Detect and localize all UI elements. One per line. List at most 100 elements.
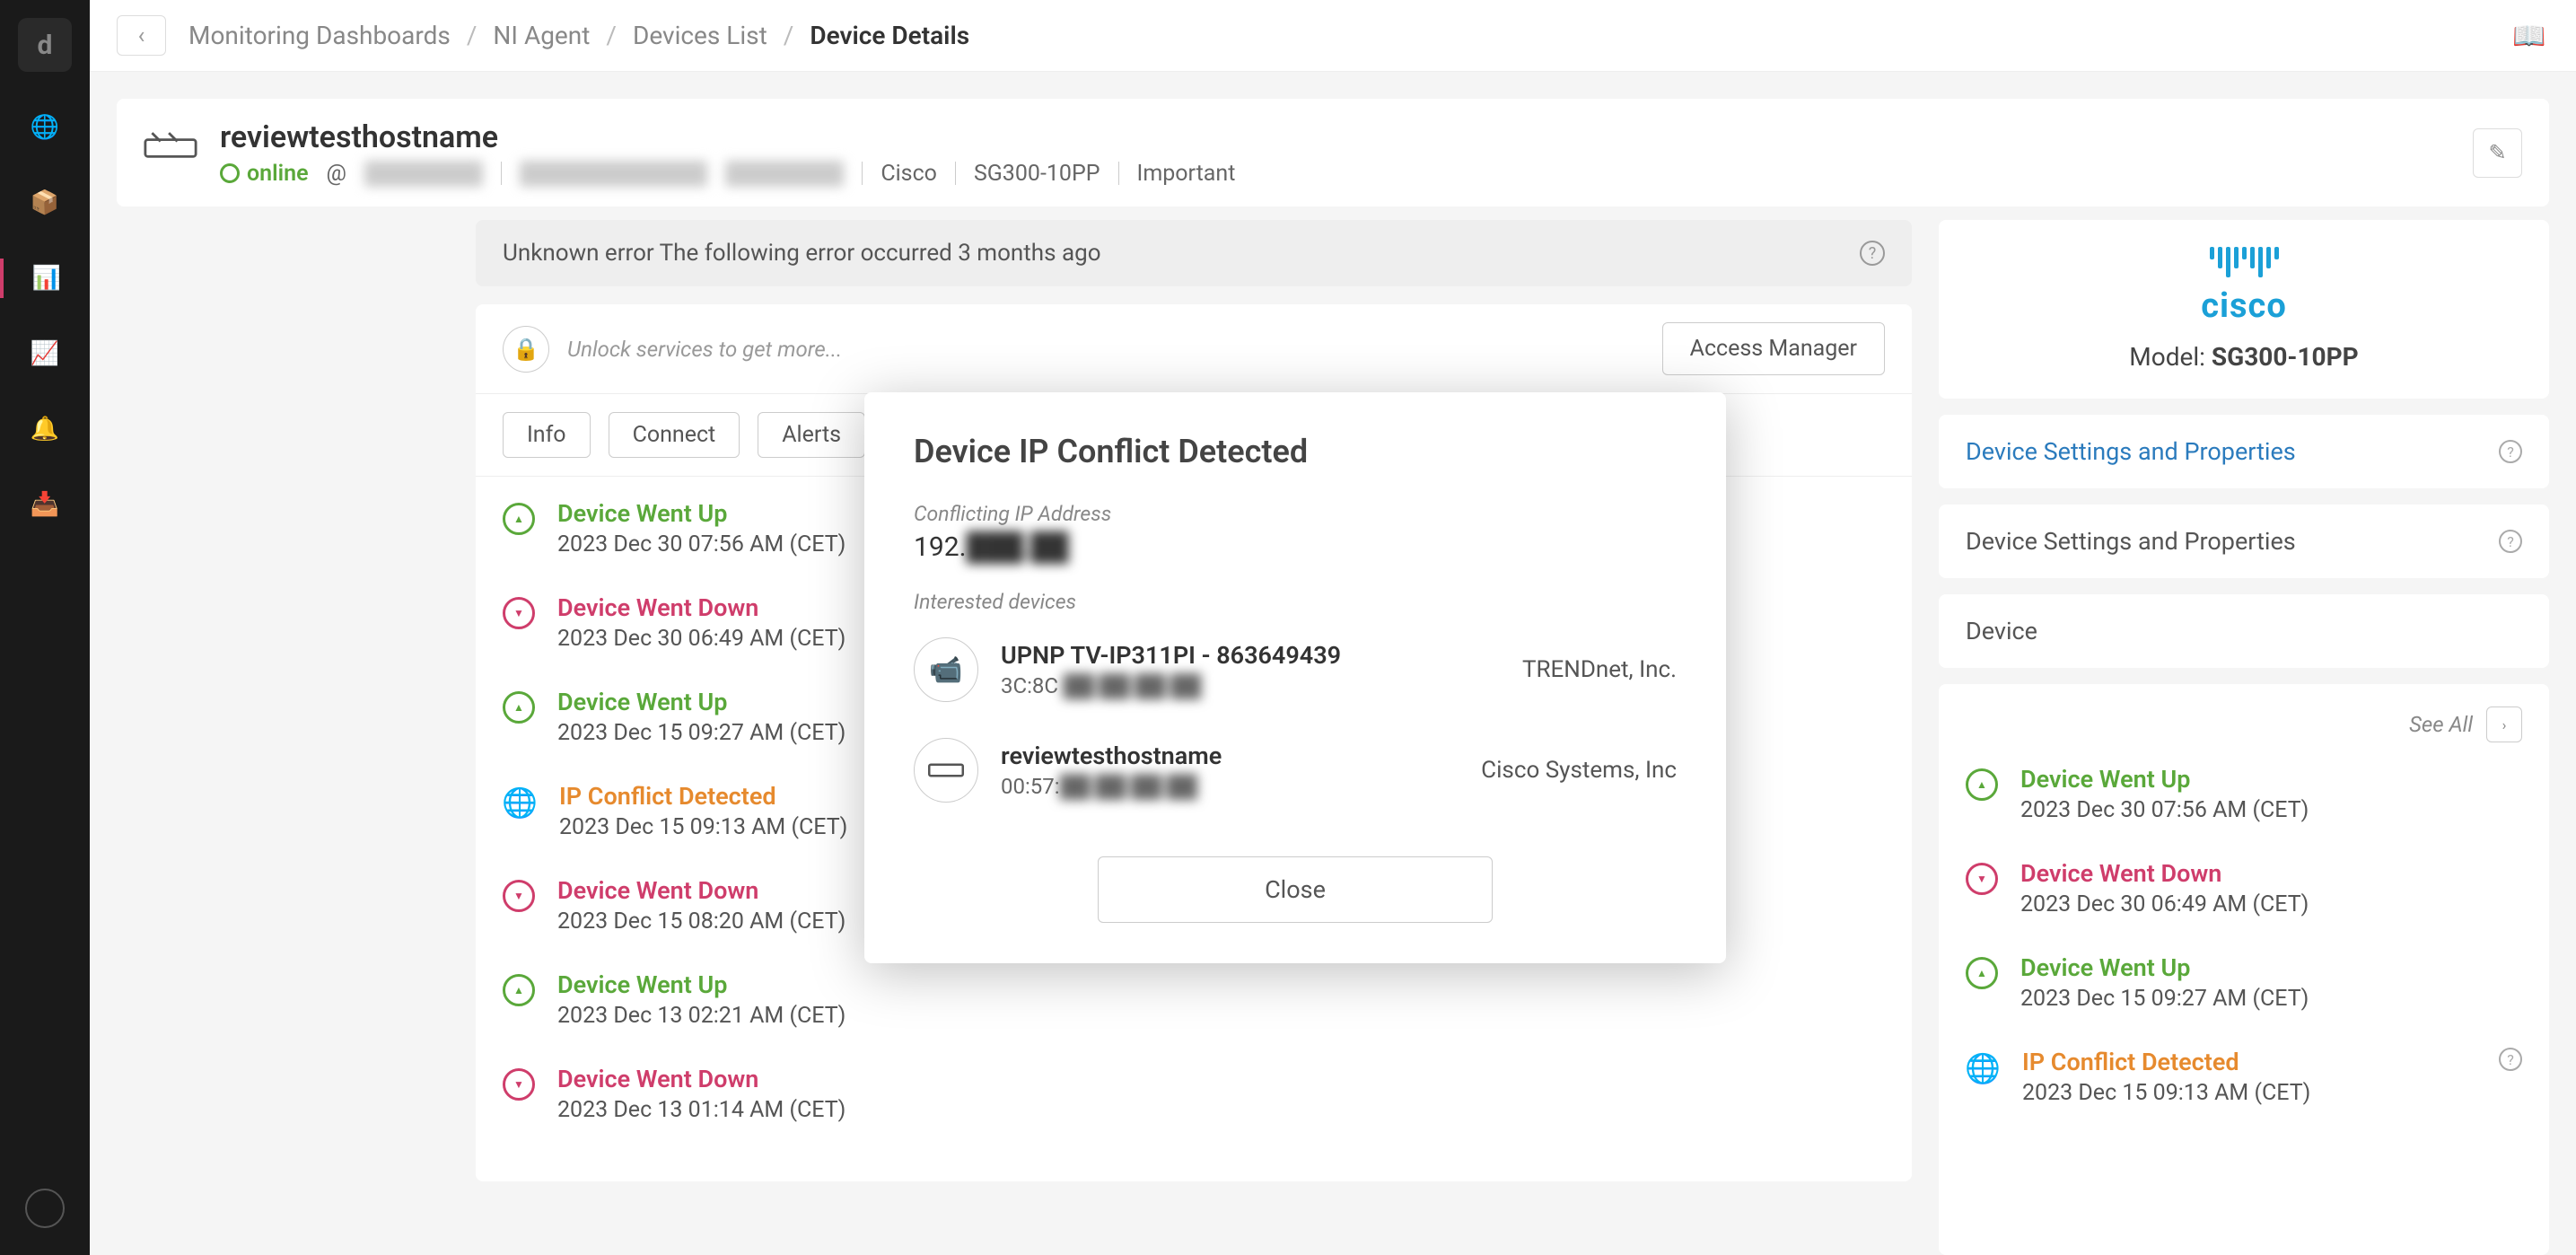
ip-masked: ███.██ [967,531,1069,563]
range-masked: ███████ [725,161,844,187]
left-nav-rail: d 🌐 📦 📊 📈 🔔 📥 [0,0,90,1255]
crumb-1[interactable]: NI Agent [493,21,590,50]
model-label: SG300-10PP [974,161,1100,187]
ip-masked: ███████ [364,161,483,187]
camera-device-icon: 📹 [914,637,978,702]
help-icon[interactable]: ? [2499,440,2522,463]
error-help-icon[interactable]: ? [1860,241,1885,266]
tab-info[interactable]: Info [503,412,591,458]
event-date: 2023 Dec 30 06:49 AM (CET) [557,626,846,652]
side-timeline-card: See All › Device Went Up 2023 Dec 30 07:5… [1939,684,2549,1255]
side-event-date: 2023 Dec 30 07:56 AM (CET) [2020,797,2309,823]
event-title: Device Went Up [557,499,846,528]
device-settings-link-2[interactable]: Device Settings and Properties [1966,527,2296,556]
docs-icon[interactable]: 📖 [2510,16,2549,56]
mac-masked: ██:██:██:██ [1060,774,1197,799]
importance-label: Important [1137,161,1236,187]
see-all-link[interactable]: See All [2409,712,2473,737]
nav-globe-icon[interactable]: 🌐 [25,108,65,147]
vendor-label: Cisco [881,161,937,187]
top-bar: ‹ Monitoring Dashboards/ NI Agent/ Devic… [90,0,2576,72]
breadcrumb: Monitoring Dashboards/ NI Agent/ Devices… [188,21,969,50]
access-manager-button[interactable]: Access Manager [1662,322,1885,375]
ip-conflict-modal: Device IP Conflict Detected Conflicting … [864,392,1726,963]
event-title: Device Went Down [557,1065,846,1093]
help-icon[interactable]: ? [2499,530,2522,553]
event-date: 2023 Dec 13 01:14 AM (CET) [557,1097,846,1123]
crumb-2[interactable]: Devices List [633,21,767,50]
timeline-event[interactable]: Device Went Down 2023 Dec 13 01:14 AM (CE… [503,1065,1885,1123]
event-title: Device Went Down [557,876,846,905]
device-name: reviewtesthostname [1001,742,1222,770]
unlock-text: Unlock services to get more... [567,337,842,362]
side-event-title: Device Went Up [2020,765,2309,794]
error-text: Unknown error The following error occurr… [503,240,1101,267]
event-date: 2023 Dec 13 02:21 AM (CET) [557,1003,846,1029]
error-banner: Unknown error The following error occurr… [476,220,1912,286]
event-date: 2023 Dec 15 09:13 AM (CET) [559,814,847,840]
help-icon[interactable]: ? [2499,1048,2522,1071]
model-card: cisco Model: SG300-10PP [1939,220,2549,399]
event-title: IP Conflict Detected [559,782,847,811]
device-hostname: reviewtesthostname [220,119,1235,155]
device-link-card: Device [1939,594,2549,668]
ip-label: Conflicting IP Address [914,502,1677,526]
back-button[interactable]: ‹ [117,15,166,56]
ip-prefix: 192. [914,531,967,563]
crumb-0[interactable]: Monitoring Dashboards [188,21,451,50]
conflict-device-row[interactable]: 📹 UPNP TV-IP311PI - 863649439 3C:8C:██:█… [914,619,1677,720]
switch-device-icon [144,130,197,175]
device-link[interactable]: Device [1966,617,2037,645]
status-online: online [220,161,309,187]
edit-button[interactable]: ✎ [2473,128,2522,178]
nav-chart-icon[interactable]: 📈 [25,334,65,373]
device-vendor: Cisco Systems, Inc [1481,757,1677,784]
event-title: Device Went Down [557,593,846,622]
side-event[interactable]: Device Went Up2023 Dec 15 09:27 AM (CET) [1966,953,2522,1012]
settings-link-card-2: Device Settings and Properties ? [1939,505,2549,578]
device-name: UPNP TV-IP311PI - 863649439 [1001,641,1341,670]
nav-box-icon[interactable]: 📦 [25,183,65,223]
devices-label: Interested devices [914,590,1677,614]
close-button[interactable]: Close [1098,856,1493,923]
chevron-right-icon[interactable]: › [2486,706,2522,742]
device-settings-link[interactable]: Device Settings and Properties [1966,437,2296,466]
side-event-title: IP Conflict Detected [2022,1048,2310,1076]
switch-device-icon [914,738,978,803]
side-event-title: Device Went Down [2020,859,2309,888]
event-date: 2023 Dec 30 07:56 AM (CET) [557,531,846,557]
mac-masked: :██:██:██:██ [1058,673,1201,698]
nav-inbox-icon[interactable]: 📥 [25,485,65,524]
side-event-date: 2023 Dec 15 09:27 AM (CET) [2020,986,2309,1012]
tab-connect[interactable]: Connect [609,412,740,458]
modal-title: Device IP Conflict Detected [914,433,1677,470]
timeline-event[interactable]: Device Went Up 2023 Dec 13 02:21 AM (CET) [503,970,1885,1029]
side-event-date: 2023 Dec 15 09:13 AM (CET) [2022,1080,2310,1106]
mac-prefix: 00:57: [1001,774,1060,799]
device-header-card: reviewtesthostname online @ ███████ ██:█… [117,99,2549,206]
cisco-wordmark: cisco [1966,286,2522,326]
event-title: Device Went Up [557,970,846,999]
side-event-date: 2023 Dec 30 06:49 AM (CET) [2020,891,2309,917]
nav-bell-icon[interactable]: 🔔 [25,409,65,449]
crumb-current: Device Details [810,21,969,50]
conflict-device-row[interactable]: reviewtesthostname 00:57:██:██:██:██ Cis… [914,720,1677,821]
event-date: 2023 Dec 15 08:20 AM (CET) [557,908,846,935]
unlock-row: 🔒 Unlock services to get more... Access … [476,304,1912,394]
nav-dashboard-icon[interactable]: 📊 [0,259,90,298]
app-logo[interactable]: d [18,18,72,72]
cisco-logo-icon [1966,247,2522,277]
tab-alerts[interactable]: Alerts [758,412,865,458]
side-event[interactable]: 🌐IP Conflict Detected2023 Dec 15 09:13 A… [1966,1048,2522,1106]
device-vendor: TRENDnet, Inc. [1522,656,1677,683]
conflicting-ip: 192.███.██ [914,531,1677,563]
lock-icon: 🔒 [503,326,549,373]
mac-masked: ██:██:██:██:██ [520,161,707,187]
side-event[interactable]: Device Went Up 2023 Dec 30 07:56 AM (CET) [1966,765,2522,823]
side-event[interactable]: Device Went Down 2023 Dec 30 06:49 AM (CE… [1966,859,2522,917]
at-symbol: @ [327,161,346,187]
model-value: SG300-10PP [2212,342,2359,372]
model-prefix: Model: [2129,342,2205,372]
settings-link-card: Device Settings and Properties ? [1939,415,2549,488]
nav-user-avatar[interactable] [25,1189,65,1228]
